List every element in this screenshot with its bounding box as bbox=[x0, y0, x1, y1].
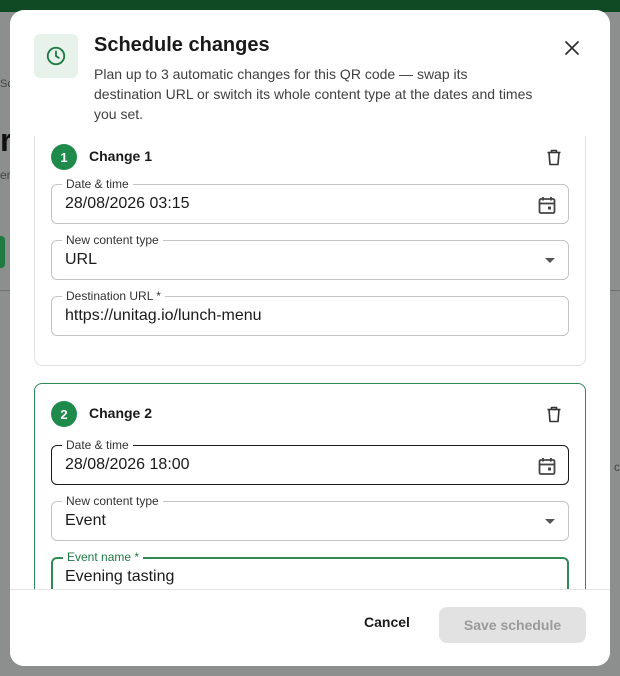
trash-icon[interactable] bbox=[541, 401, 567, 427]
date-time-value: 28/08/2026 03:15 bbox=[65, 195, 190, 212]
date-time-value: 28/08/2026 18:00 bbox=[65, 456, 190, 473]
event-name-value: Evening tasting bbox=[65, 568, 175, 585]
content-type-value: URL bbox=[65, 251, 98, 268]
field-label: Date & time bbox=[62, 438, 133, 452]
destination-url-input[interactable]: Destination URL * https://unitag.io/lunc… bbox=[51, 289, 569, 336]
background-text: c bbox=[614, 460, 620, 474]
field-label: Event name * bbox=[63, 550, 144, 564]
change-number-badge: 1 bbox=[51, 144, 77, 170]
event-name-input[interactable]: Event name * Evening tasting bbox=[51, 550, 569, 589]
content-type-select[interactable]: New content type URL bbox=[51, 233, 569, 280]
schedule-changes-dialog: Schedule changes Plan up to 3 automatic … bbox=[10, 10, 610, 666]
date-time-field[interactable]: Date & time 28/08/2026 18:00 bbox=[51, 438, 569, 485]
background-button bbox=[0, 236, 5, 268]
trash-icon[interactable] bbox=[541, 144, 567, 170]
background-divider bbox=[610, 290, 620, 291]
changes-scroll-area[interactable]: 1 Change 1 Date & time 28/08/2026 03:15 bbox=[10, 136, 610, 589]
field-label: Destination URL * bbox=[62, 289, 165, 303]
field-label: Date & time bbox=[62, 177, 133, 191]
change-number-badge: 2 bbox=[51, 401, 77, 427]
chevron-down-icon bbox=[545, 258, 555, 263]
dialog-subtitle: Plan up to 3 automatic changes for this … bbox=[94, 66, 533, 122]
field-label: New content type bbox=[62, 233, 163, 247]
change-card-2: 2 Change 2 Date & time 28/08/2026 18:00 bbox=[34, 383, 586, 589]
content-type-value: Event bbox=[65, 512, 106, 529]
date-time-field[interactable]: Date & time 28/08/2026 03:15 bbox=[51, 177, 569, 224]
dialog-footer: Cancel Save schedule bbox=[10, 589, 610, 666]
cancel-button[interactable]: Cancel bbox=[364, 614, 410, 630]
dialog-title: Schedule changes bbox=[94, 34, 270, 56]
save-schedule-button[interactable]: Save schedule bbox=[439, 607, 586, 643]
field-label: New content type bbox=[62, 494, 163, 508]
chevron-down-icon bbox=[545, 519, 555, 524]
change-title: Change 2 bbox=[89, 405, 153, 421]
destination-url-value: https://unitag.io/lunch-menu bbox=[65, 307, 262, 324]
change-card-1: 1 Change 1 Date & time 28/08/2026 03:15 bbox=[34, 136, 586, 366]
clock-icon bbox=[34, 34, 78, 78]
content-type-select[interactable]: New content type Event bbox=[51, 494, 569, 541]
change-title: Change 1 bbox=[89, 148, 153, 164]
close-icon[interactable] bbox=[558, 34, 586, 62]
calendar-icon[interactable] bbox=[536, 455, 558, 477]
calendar-icon[interactable] bbox=[536, 194, 558, 216]
background-divider bbox=[0, 290, 10, 291]
